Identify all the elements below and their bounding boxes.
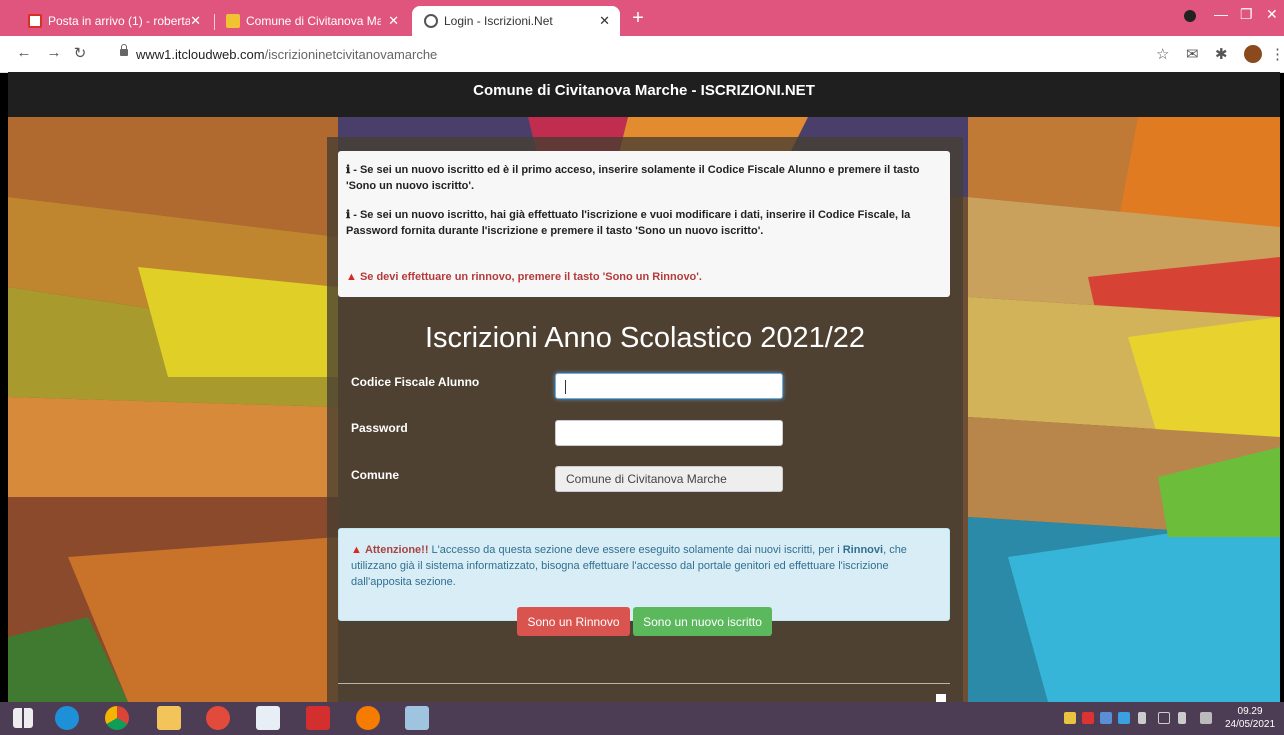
gmail-icon	[28, 14, 42, 28]
tray-blue-app-icon[interactable]	[1100, 712, 1112, 724]
menu-dots-icon[interactable]: ⋮	[1270, 45, 1284, 63]
calendar-icon	[226, 14, 240, 28]
sono-un-nuovo-iscritto-button[interactable]: Sono un nuovo iscritto	[633, 607, 772, 636]
browser-tabstrip: Posta in arrivo (1) - roberta.dove ✕ Com…	[0, 0, 1284, 36]
instruction-modify-data: ℹ - Se sei un nuovo iscritto, hai già ef…	[346, 209, 911, 237]
back-arrow-icon[interactable]: ←	[14, 44, 34, 61]
internet-explorer-icon[interactable]	[55, 706, 79, 730]
mail-app-icon[interactable]	[206, 706, 230, 730]
profile-dot-icon[interactable]	[1184, 10, 1196, 22]
firefox-icon[interactable]	[356, 706, 380, 730]
renewal-warning: ▲ Se devi effettuare un rinnovo, premere…	[346, 271, 702, 283]
comune-field: Comune di Civitanova Marche	[555, 466, 783, 492]
forward-arrow-icon[interactable]: →	[44, 44, 64, 61]
window-close-icon[interactable]: ✕	[1266, 6, 1278, 23]
reload-icon[interactable]: ↻	[70, 44, 90, 62]
bookmark-star-icon[interactable]: ☆	[1156, 45, 1169, 63]
page-header: Comune di Civitanova Marche - ISCRIZIONI…	[8, 72, 1280, 117]
instructions-box: ℹ - Se sei un nuovo iscritto ed è il pri…	[338, 151, 950, 297]
url-field[interactable]: www1.itcloudweb.com/iscrizioninetcivitan…	[136, 47, 437, 62]
tray-cloud-icon[interactable]	[1118, 712, 1130, 724]
divider	[338, 683, 950, 684]
close-tab-icon[interactable]: ✕	[388, 13, 399, 29]
password-label: Password	[351, 421, 408, 435]
codice-fiscale-input[interactable]	[555, 373, 783, 399]
password-input[interactable]	[555, 420, 783, 446]
tray-volume-icon[interactable]	[1138, 712, 1146, 724]
globe-icon	[424, 14, 438, 28]
windows-start-icon[interactable]	[13, 708, 33, 728]
chrome-icon[interactable]	[105, 706, 129, 730]
tray-network-icon[interactable]	[1200, 712, 1212, 724]
system-clock[interactable]: 09.29 24/05/2021	[1225, 705, 1275, 731]
login-panel: ℹ - Se sei un nuovo iscritto ed è il pri…	[327, 137, 963, 702]
document-icon	[936, 694, 946, 702]
extension-envelope-icon[interactable]: ✉	[1186, 45, 1199, 63]
acrobat-icon[interactable]	[306, 706, 330, 730]
close-tab-icon[interactable]: ✕	[599, 13, 610, 29]
minimize-icon[interactable]: —	[1214, 6, 1228, 22]
extensions-puzzle-icon[interactable]: ✱	[1215, 45, 1228, 63]
document-app-icon[interactable]	[256, 706, 280, 730]
tab-gmail[interactable]: Posta in arrivo (1) - roberta.dove ✕	[16, 6, 211, 36]
tray-shield-icon[interactable]	[1064, 712, 1076, 724]
warning-triangle-icon: ▲	[346, 271, 357, 283]
new-tab-plus-icon[interactable]: +	[626, 6, 650, 30]
warning-triangle-icon: ▲	[351, 544, 362, 556]
file-explorer-icon[interactable]	[157, 706, 181, 730]
paint-app-icon[interactable]	[405, 706, 429, 730]
lock-icon	[120, 44, 128, 56]
tab-comune[interactable]: Comune di Civitanova Marche - ✕	[214, 6, 409, 36]
profile-avatar[interactable]	[1244, 45, 1262, 63]
text-caret	[565, 380, 566, 394]
maximize-icon[interactable]: ❐	[1240, 6, 1253, 23]
tray-speaker-icon[interactable]	[1178, 712, 1186, 724]
comune-label: Comune	[351, 468, 399, 482]
form-title: Iscrizioni Anno Scolastico 2021/22	[424, 322, 866, 354]
instruction-first-access: ℹ - Se sei un nuovo iscritto ed è il pri…	[346, 164, 920, 192]
sono-un-rinnovo-button[interactable]: Sono un Rinnovo	[517, 607, 630, 636]
attention-text: ▲ Attenzione!! L'accesso da questa sezio…	[351, 544, 907, 588]
tray-red-app-icon[interactable]	[1082, 712, 1094, 724]
tray-display-icon[interactable]	[1158, 712, 1170, 724]
close-tab-icon[interactable]: ✕	[190, 13, 201, 29]
taskbar: 09.29 24/05/2021	[0, 702, 1284, 735]
codice-fiscale-label: Codice Fiscale Alunno	[351, 375, 480, 389]
address-bar-row: ← → ↻ www1.itcloudweb.com/iscrizioninetc…	[0, 36, 1284, 73]
tab-login-iscrizioni[interactable]: Login - Iscrizioni.Net ✕	[412, 6, 620, 36]
